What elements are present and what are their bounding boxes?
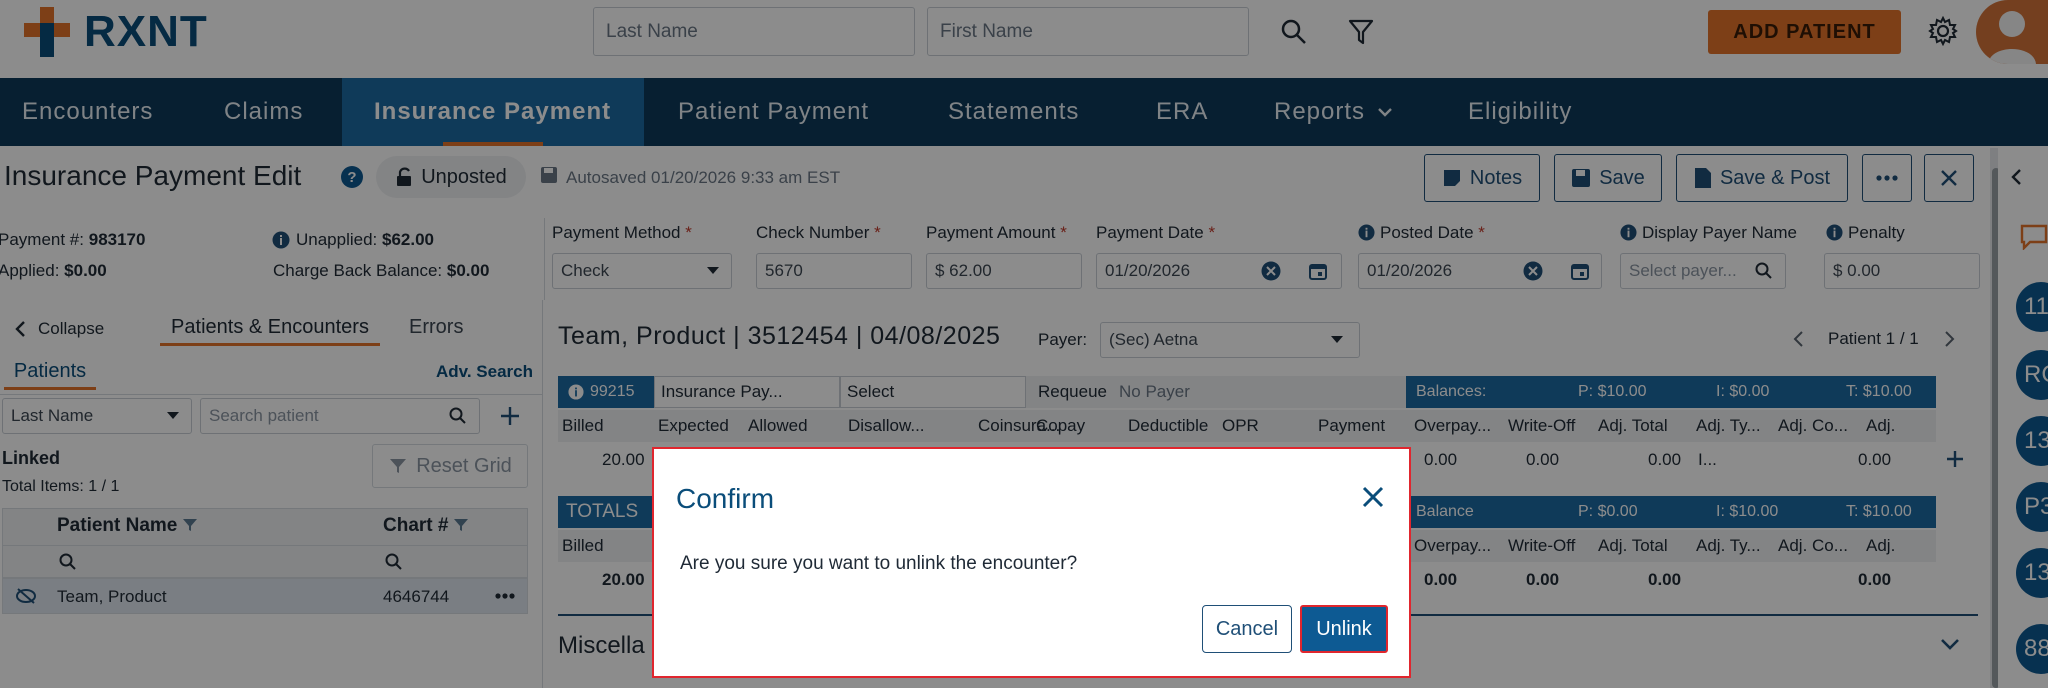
dialog-message: Are you sure you want to unlink the enco… [680,553,1078,574]
confirm-dialog: Confirm Are you sure you want to unlink … [652,447,1411,678]
cancel-button[interactable]: Cancel [1202,605,1292,653]
dialog-title: Confirm [676,483,775,514]
close-icon[interactable] [1359,483,1387,511]
unlink-button[interactable]: Unlink [1300,605,1388,653]
